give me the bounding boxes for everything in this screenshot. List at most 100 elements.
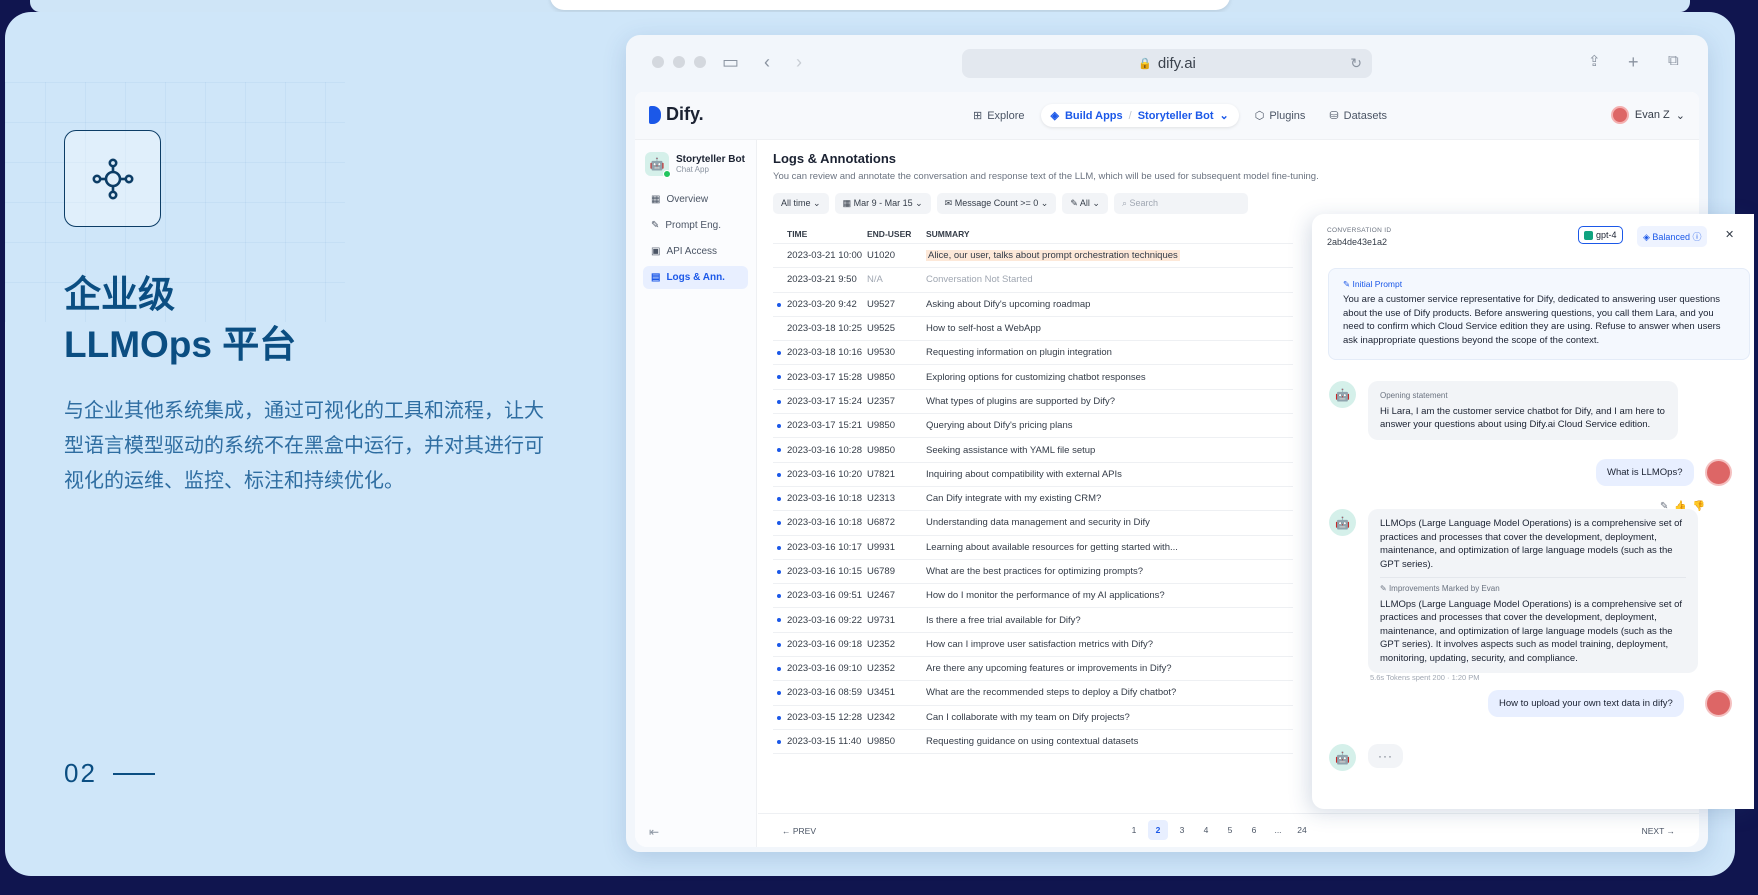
url-bar[interactable]: 🔒 dify.ai ↻ — [962, 49, 1372, 78]
page-number-text: 02 — [64, 758, 97, 788]
model-badge[interactable]: gpt-4 — [1578, 226, 1623, 244]
sidebar-icon[interactable]: ▭ — [722, 52, 739, 73]
time-cell: 2023-03-18 10:25 — [787, 323, 863, 335]
table-row[interactable]: 2023-03-17 15:21 U9850 Querying about Dify… — [773, 414, 1293, 439]
nav-current-app[interactable]: Storyteller Bot — [1138, 110, 1214, 122]
sidebar-item-logs[interactable]: ▤ Logs & Ann. — [643, 266, 748, 289]
time-cell: 2023-03-16 09:10 — [787, 663, 863, 675]
typing-indicator: ··· — [1368, 744, 1403, 768]
summary-cell: Inquiring about compatibility with exter… — [926, 469, 1293, 480]
time-filter[interactable]: All time ⌄ — [773, 193, 829, 214]
message-count-filter[interactable]: ✉ Message Count >= 0 ⌄ — [936, 193, 1057, 214]
chart-icon: ▦ — [651, 194, 661, 205]
table-row[interactable]: 2023-03-16 09:51 U2467 How do I monitor th… — [773, 584, 1293, 609]
sidebar-item-label: Overview — [666, 194, 709, 205]
summary-text: Asking about Dify's upcoming roadmap — [926, 298, 1091, 310]
search-input[interactable]: ⌕ Search — [1113, 193, 1248, 214]
page-button[interactable]: 24 — [1292, 820, 1312, 840]
table-row[interactable]: 2023-03-18 10:25 U9525 How to self-host a … — [773, 317, 1293, 342]
time-cell: 2023-03-16 09:22 — [787, 614, 863, 626]
page-button[interactable]: 1 — [1124, 820, 1144, 840]
mode-badge[interactable]: ◈ Balanced ⓘ — [1637, 226, 1708, 247]
opening-statement-bubble: Opening statement Hi Lara, I am the cust… — [1368, 381, 1678, 440]
summary-cell: How do I monitor the performance of my A… — [926, 590, 1293, 601]
user-avatar — [1705, 459, 1732, 486]
summary-text: How can I improve user satisfaction metr… — [926, 638, 1154, 650]
forward-icon[interactable]: › — [796, 52, 802, 73]
openai-icon — [1584, 230, 1593, 240]
table-row[interactable]: 2023-03-16 10:20 U7821 Inquiring about com… — [773, 463, 1293, 487]
user-cell: U7821 — [867, 468, 895, 480]
back-icon[interactable]: ‹ — [764, 52, 770, 73]
prev-button[interactable]: ← PREV — [782, 826, 816, 836]
user-cell: U1020 — [867, 250, 895, 262]
table-row[interactable]: 2023-03-16 10:15 U6789 What are the best p… — [773, 560, 1293, 585]
table-row[interactable]: 2023-03-17 15:28 U9850 Exploring options f… — [773, 365, 1293, 390]
nodes-network-icon — [91, 157, 133, 199]
page-button[interactable]: 3 — [1172, 820, 1192, 840]
nav-datasets[interactable]: ⛁ Datasets — [1321, 103, 1395, 128]
summary-cell: Conversation Not Started — [926, 274, 1293, 285]
table-row[interactable]: 2023-03-18 10:16 U9530 Requesting informat… — [773, 341, 1293, 366]
new-tab-icon[interactable]: + — [1628, 52, 1639, 73]
table-row[interactable]: 2023-03-16 10:18 U6872 Understanding data … — [773, 511, 1293, 536]
grid-icon: ⊞ — [973, 110, 983, 122]
summary-text: What types of plugins are supported by D… — [926, 395, 1116, 407]
answer-text: LLMOps (Large Language Model Operations)… — [1380, 518, 1683, 570]
nav-explore[interactable]: ⊞ Explore — [965, 103, 1033, 128]
thumbs-down-icon[interactable]: 👎 — [1693, 501, 1705, 512]
nav-plugins[interactable]: ⬡ Plugins — [1247, 103, 1314, 128]
page-button[interactable]: 5 — [1220, 820, 1240, 840]
window-controls[interactable] — [652, 56, 706, 68]
close-dot[interactable] — [652, 56, 664, 68]
nav-build-apps[interactable]: ◈ Build Apps / Storyteller Bot ⌄ — [1040, 104, 1239, 127]
terminal-icon: ▣ — [651, 246, 661, 257]
feature-icon-box — [64, 130, 161, 227]
table-row[interactable]: 2023-03-16 09:10 U2352 Are there any upcom… — [773, 657, 1293, 682]
table-row[interactable]: 2023-03-15 11:40 U9850 Requesting guidance… — [773, 730, 1293, 755]
message-icon: ✉ — [944, 198, 953, 208]
app-sidebar: 🤖 Storyteller Bot Chat App ▦ Overview ✎ Pro… — [635, 140, 757, 847]
share-icon[interactable]: ⇪ — [1588, 52, 1601, 70]
table-row[interactable]: 2023-03-20 9:42 U9527 Asking about Dify's … — [773, 293, 1293, 317]
nav-datasets-label: Datasets — [1343, 109, 1388, 122]
table-row[interactable]: 2023-03-16 10:28 U9850 Seeking assistance … — [773, 438, 1293, 463]
dify-logo[interactable]: Dify. — [649, 104, 704, 125]
date-range-filter[interactable]: ▦ Mar 9 - Mar 15 ⌄ — [834, 193, 931, 214]
tabs-icon[interactable]: ⧉ — [1668, 52, 1679, 69]
table-row[interactable]: 2023-03-15 12:28 U2342 Can I collaborate w… — [773, 706, 1293, 730]
collapse-sidebar-icon[interactable]: ⇤ — [649, 825, 659, 839]
page-title: Logs & Annotations — [773, 151, 897, 166]
page-list: 1 2 3 4 5 6... 24 — [1124, 820, 1312, 840]
user-menu[interactable]: Evan Z ⌄ — [1610, 106, 1685, 124]
page-button[interactable]: 2 — [1148, 820, 1168, 840]
table-row[interactable]: 2023-03-16 09:18 U2352 How can I improve u… — [773, 633, 1293, 658]
sidebar-item-prompt-eng[interactable]: ✎ Prompt Eng. — [643, 214, 748, 237]
minimize-dot[interactable] — [673, 56, 685, 68]
page-button[interactable]: ... — [1268, 820, 1288, 840]
table-row[interactable]: 2023-03-16 08:59 U3451 What are the recomm… — [773, 681, 1293, 706]
reload-icon[interactable]: ↻ — [1350, 55, 1362, 72]
nav-build-apps-label: Build Apps — [1064, 109, 1123, 122]
page-button[interactable]: 6 — [1244, 820, 1264, 840]
table-row[interactable]: 2023-03-16 10:17 U9931 Learning about avai… — [773, 536, 1293, 560]
initial-prompt-text: You are a customer service representativ… — [1343, 294, 1721, 346]
table-row[interactable]: 2023-03-16 10:18 U2313 Can Dify integrate … — [773, 487, 1293, 512]
table-row[interactable]: 2023-03-16 09:22 U9731 Is there a free tri… — [773, 608, 1293, 633]
zoom-dot[interactable] — [694, 56, 706, 68]
next-button[interactable]: NEXT → — [1642, 826, 1675, 836]
edit-icon: ✎ — [651, 220, 660, 231]
user-cell: U6789 — [867, 566, 895, 577]
time-cell: 2023-03-21 10:00 — [787, 250, 863, 262]
table-row[interactable]: 2023-03-21 10:00 U1020 Alice, our user, ta… — [773, 244, 1293, 269]
table-row[interactable]: 2023-03-21 9:50 N/A Conversation Not Start… — [773, 268, 1293, 293]
sidebar-item-api-access[interactable]: ▣ API Access — [643, 240, 748, 263]
close-icon[interactable]: ✕ — [1725, 228, 1734, 241]
tag-filter[interactable]: ✎ All ⌄ — [1062, 193, 1108, 214]
unread-dot — [777, 569, 781, 574]
sidebar-item-overview[interactable]: ▦ Overview — [643, 188, 748, 211]
page-button[interactable]: 4 — [1196, 820, 1216, 840]
summary-text: Understanding data management and securi… — [926, 517, 1150, 529]
user-cell: U9850 — [867, 736, 895, 748]
table-row[interactable]: 2023-03-17 15:24 U2357 What types of plugi… — [773, 390, 1293, 415]
